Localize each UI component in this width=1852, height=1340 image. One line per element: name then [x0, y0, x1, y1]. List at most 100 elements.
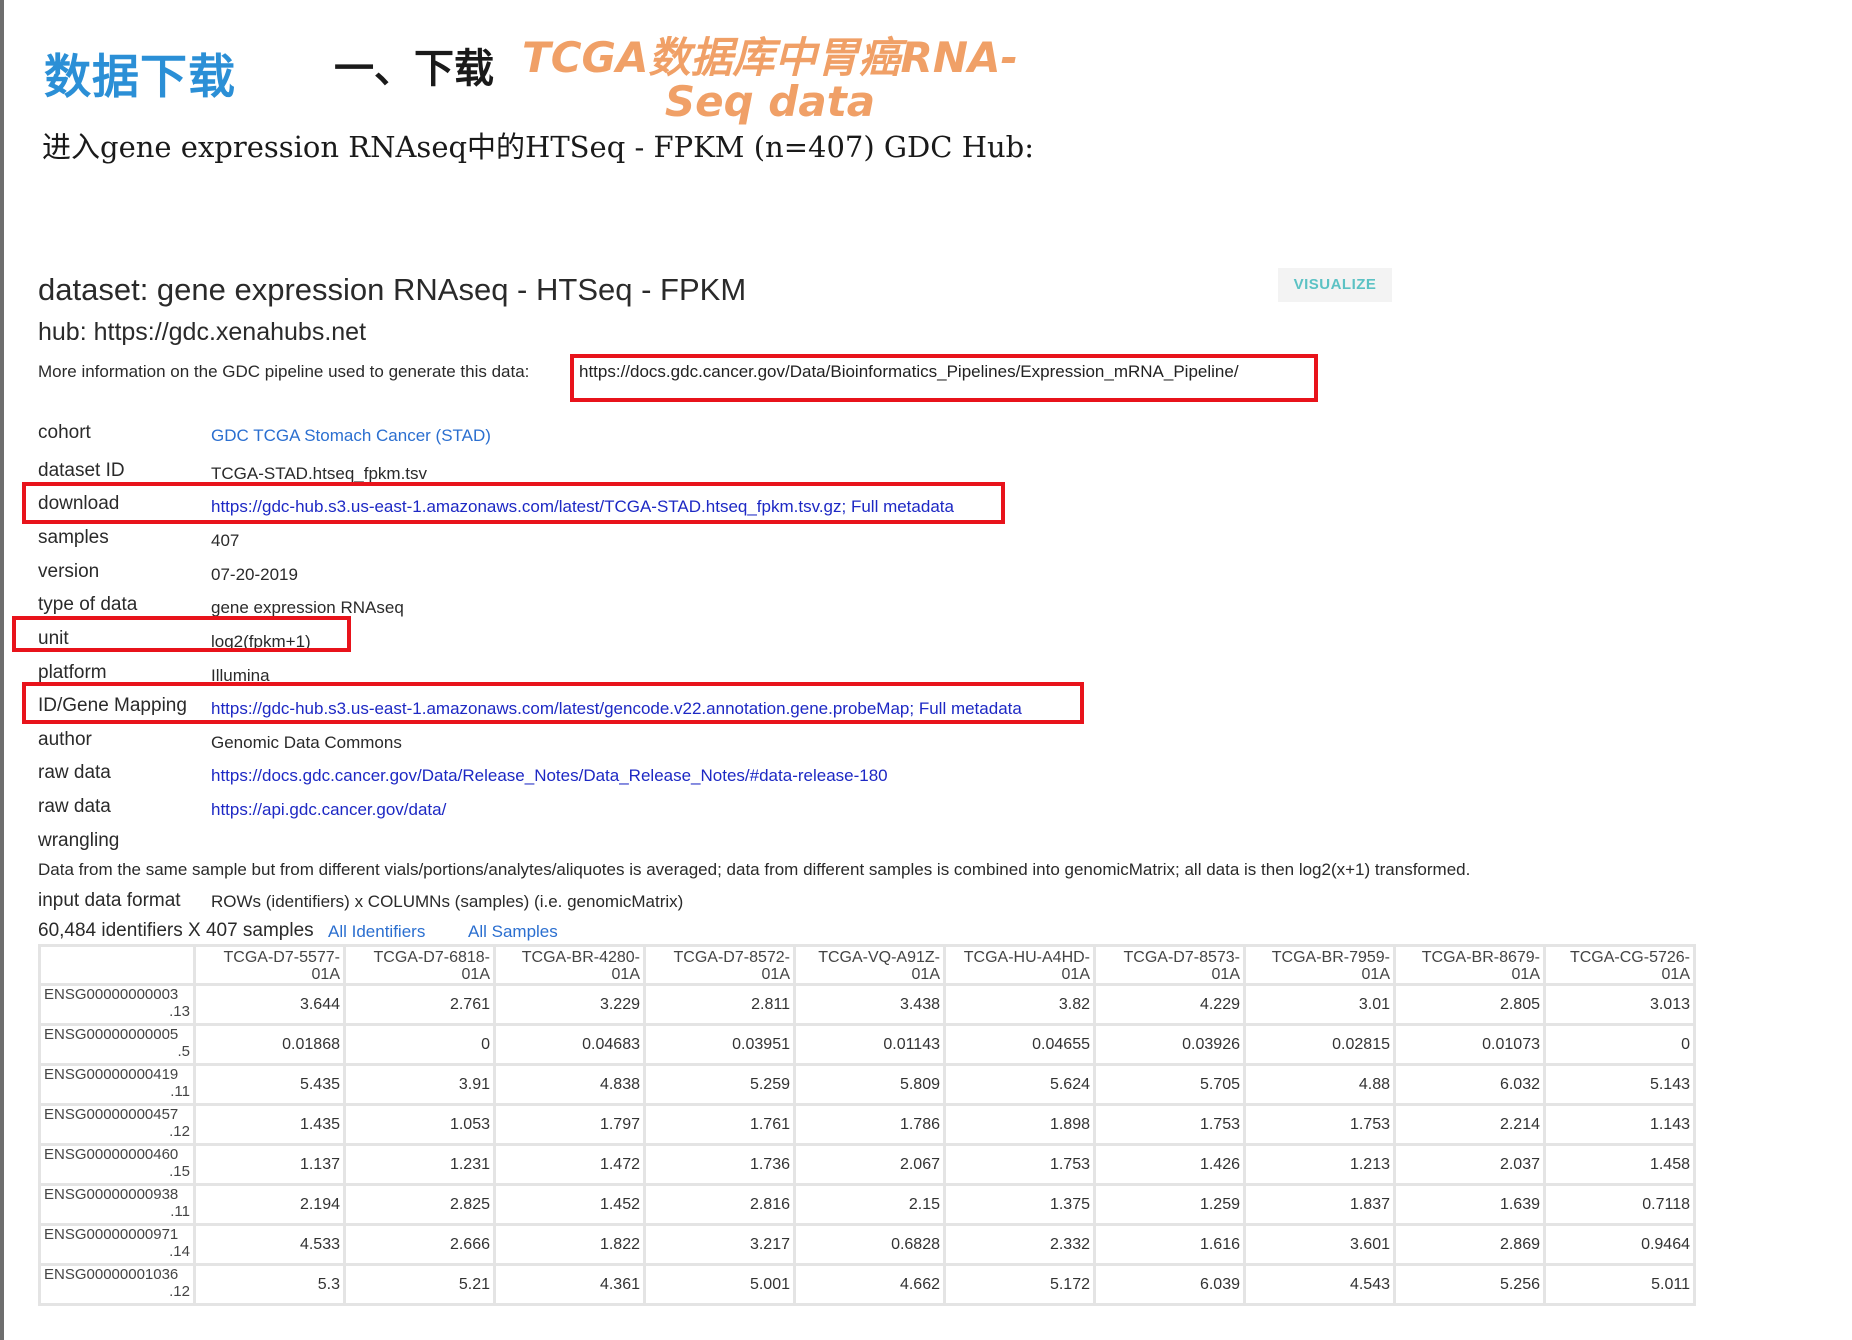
table-cell: 3.438 [796, 986, 943, 1023]
table-cell: 5.259 [646, 1066, 793, 1103]
table-cell: 2.194 [196, 1186, 343, 1223]
column-header: TCGA-D7-5577- 01A [196, 947, 343, 983]
table-cell: 1.898 [946, 1106, 1093, 1143]
table-cell: 2.666 [346, 1226, 493, 1263]
meta-label-raw-data-api: raw data [38, 796, 111, 817]
table-cell: 3.01 [1246, 986, 1393, 1023]
table-cell: 4.662 [796, 1266, 943, 1303]
meta-label-platform: platform [38, 662, 107, 683]
all-identifiers-link[interactable]: All Identifiers [328, 922, 425, 942]
table-cell: 4.838 [496, 1066, 643, 1103]
table-cell: 0.01143 [796, 1026, 943, 1063]
column-header: TCGA-VQ-A91Z- 01A [796, 947, 943, 983]
table-cell: 0 [1546, 1026, 1693, 1063]
table-cell: 1.736 [646, 1146, 793, 1183]
table-cell: 0.02815 [1246, 1026, 1393, 1063]
raw-data-release-notes-link[interactable]: https://docs.gdc.cancer.gov/Data/Release… [211, 766, 888, 786]
input-format-value: ROWs (identifiers) x COLUMNs (samples) (… [211, 892, 684, 911]
visualize-button[interactable]: VISUALIZE [1278, 268, 1392, 302]
table-cell: 0.03951 [646, 1026, 793, 1063]
table-row: ENSG00000000460.15 1.137 1.231 1.472 1.736 2.… [41, 1146, 1693, 1183]
table-cell: 6.039 [1096, 1266, 1243, 1303]
table-cell: 1.231 [346, 1146, 493, 1183]
table-cell: 5.809 [796, 1066, 943, 1103]
expression-table: TCGA-D7-5577- 01A TCGA-D7-6818- 01A TCGA-B… [38, 944, 1696, 1306]
row-identifier: ENSG00000000005.5 [41, 1026, 193, 1063]
table-row: ENSG00000000005.5 0.01868 0 0.04683 0.03951 0… [41, 1026, 1693, 1063]
row-identifier: ENSG00000000419.11 [41, 1066, 193, 1103]
table-cell: 0.03926 [1096, 1026, 1243, 1063]
row-identifier: ENSG00000000457.12 [41, 1106, 193, 1143]
row-identifier: ENSG00000001036.12 [41, 1266, 193, 1303]
meta-label-raw-data: raw data [38, 762, 111, 783]
gene-mapping-highlight-box [22, 682, 1084, 724]
row-identifier: ENSG00000000460.15 [41, 1146, 193, 1183]
download-highlight-box [22, 482, 1005, 524]
table-cell: 4.229 [1096, 986, 1243, 1023]
table-cell: 5.001 [646, 1266, 793, 1303]
meta-value-author: Genomic Data Commons [211, 733, 402, 752]
slide-intro-text: 进入gene expression RNAseq中的HTSeq - FPKM (… [42, 130, 1035, 164]
table-cell: 4.543 [1246, 1266, 1393, 1303]
table-cell: 2.805 [1396, 986, 1543, 1023]
identifier-count: 60,484 identifiers X 407 samples [38, 920, 314, 941]
wrangling-description: Data from the same sample but from diffe… [38, 860, 1471, 879]
slide-step-heading: 一、下载 [334, 46, 494, 92]
unit-highlight-box [12, 616, 351, 652]
table-cell: 5.256 [1396, 1266, 1543, 1303]
table-cell: 2.037 [1396, 1146, 1543, 1183]
table-cell: 3.601 [1246, 1226, 1393, 1263]
table-cell: 2.332 [946, 1226, 1093, 1263]
column-header: TCGA-D7-8572- 01A [646, 947, 793, 983]
table-cell: 2.825 [346, 1186, 493, 1223]
all-samples-link[interactable]: All Samples [468, 922, 558, 942]
table-cell: 2.869 [1396, 1226, 1543, 1263]
table-cell: 1.761 [646, 1106, 793, 1143]
dataset-hub: hub: https://gdc.xenahubs.net [38, 318, 367, 346]
slide-step-highlight: TCGA数据库中胃癌RNA-Seq data [522, 33, 1018, 126]
column-header: TCGA-D7-8573- 01A [1096, 947, 1243, 983]
table-cell: 3.229 [496, 986, 643, 1023]
table-cell: 1.435 [196, 1106, 343, 1143]
column-header: TCGA-D7-6818- 01A [346, 947, 493, 983]
table-cell: 1.753 [1246, 1106, 1393, 1143]
table-cell: 0.04655 [946, 1026, 1093, 1063]
table-cell: 1.822 [496, 1226, 643, 1263]
table-cell: 3.91 [346, 1066, 493, 1103]
table-row: ENSG00000000971.14 4.533 2.666 1.822 3.217 0.… [41, 1226, 1693, 1263]
table-cell: 3.013 [1546, 986, 1693, 1023]
table-cell: 5.011 [1546, 1266, 1693, 1303]
table-cell: 1.639 [1396, 1186, 1543, 1223]
table-row: ENSG00000001036.12 5.3 5.21 4.361 5.001 4.662… [41, 1266, 1693, 1303]
table-cell: 0.6828 [796, 1226, 943, 1263]
table-cell: 4.361 [496, 1266, 643, 1303]
left-border [0, 0, 4, 1340]
meta-label-dataset-id: dataset ID [38, 460, 125, 481]
table-cell: 3.82 [946, 986, 1093, 1023]
table-header-row: TCGA-D7-5577- 01A TCGA-D7-6818- 01A TCGA-B… [41, 947, 1693, 983]
table-row: ENSG00000000419.11 5.435 3.91 4.838 5.259 5.8… [41, 1066, 1693, 1103]
table-cell: 1.375 [946, 1186, 1093, 1223]
meta-value-samples: 407 [211, 531, 240, 550]
column-header: TCGA-HU-A4HD- 01A [946, 947, 1093, 983]
column-header: TCGA-BR-7959- 01A [1246, 947, 1393, 983]
table-cell: 0.04683 [496, 1026, 643, 1063]
table-cell: 1.472 [496, 1146, 643, 1183]
table-cell: 4.533 [196, 1226, 343, 1263]
table-cell: 3.217 [646, 1226, 793, 1263]
column-header: TCGA-BR-4280- 01A [496, 947, 643, 983]
meta-value-version: 07-20-2019 [211, 565, 298, 584]
row-identifier: ENSG00000000003.13 [41, 986, 193, 1023]
table-cell: 4.88 [1246, 1066, 1393, 1103]
table-cell: 5.21 [346, 1266, 493, 1303]
column-header: TCGA-BR-8679- 01A [1396, 947, 1543, 983]
table-cell: 1.797 [496, 1106, 643, 1143]
table-cell: 1.837 [1246, 1186, 1393, 1223]
table-row: ENSG00000000457.12 1.435 1.053 1.797 1.761 1.… [41, 1106, 1693, 1143]
cohort-link[interactable]: GDC TCGA Stomach Cancer (STAD) [211, 426, 491, 446]
table-cell: 0.01073 [1396, 1026, 1543, 1063]
table-cell: 5.435 [196, 1066, 343, 1103]
meta-value-type-of-data: gene expression RNAseq [211, 598, 404, 617]
table-cell: 1.616 [1096, 1226, 1243, 1263]
raw-data-api-link[interactable]: https://api.gdc.cancer.gov/data/ [211, 800, 446, 820]
